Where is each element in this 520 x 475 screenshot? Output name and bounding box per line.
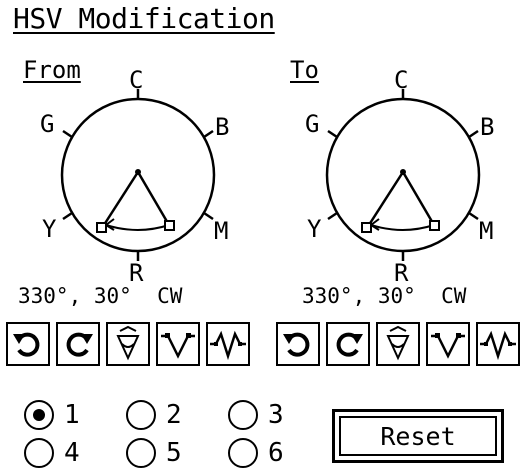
flip-icon (386, 325, 410, 361)
radio-label: 4 (64, 438, 80, 468)
radio-option-3[interactable]: 3 (228, 398, 318, 434)
to-flip-button[interactable] (376, 322, 420, 366)
to-rotate-cw-button[interactable] (326, 322, 370, 366)
from-start-handle[interactable] (96, 222, 107, 233)
radio-option-4[interactable]: 4 (24, 436, 114, 472)
radio-label: 1 (64, 400, 80, 430)
radio-circle[interactable] (126, 400, 156, 430)
radio-circle[interactable] (24, 438, 54, 468)
to-tool-row (276, 322, 520, 368)
radio-circle[interactable] (126, 438, 156, 468)
curve-wave-icon (210, 330, 246, 361)
rotate-ccw-icon (13, 332, 40, 357)
rotate-ccw-icon (283, 332, 310, 357)
from-readout: 330°, 30° CW (18, 284, 183, 308)
to-curve-peak-button[interactable] (426, 322, 470, 366)
from-curve-peak-button[interactable] (156, 322, 200, 366)
to-dial-label-m: M (479, 217, 493, 245)
radio-label: 5 (166, 438, 182, 468)
rotate-cw-icon (66, 332, 93, 357)
reset-button-label: Reset (339, 416, 497, 456)
from-panel: From C G B Y M R 330°, 30° CW (18, 55, 268, 320)
from-hue-dial[interactable]: C G B Y M R (18, 65, 268, 295)
from-dial-label-c: C (129, 66, 143, 94)
rotate-cw-icon (336, 332, 363, 357)
radio-option-1[interactable]: 1 (24, 398, 114, 434)
from-dial-label-y: Y (42, 215, 57, 243)
reset-button[interactable]: Reset (332, 409, 504, 463)
radio-label: 3 (268, 400, 284, 430)
flip-icon (116, 325, 140, 361)
radio-option-2[interactable]: 2 (126, 398, 216, 434)
from-tool-row (6, 322, 262, 368)
radio-selected-dot (33, 409, 45, 421)
from-curve-wave-button[interactable] (206, 322, 250, 366)
radio-label: 6 (268, 438, 284, 468)
curve-wave-icon (480, 330, 516, 361)
to-hue-dial[interactable]: C G B Y M R (270, 65, 520, 295)
from-dial-label-b: B (215, 113, 229, 141)
from-flip-button[interactable] (106, 322, 150, 366)
from-rotate-ccw-button[interactable] (6, 322, 50, 366)
to-start-handle[interactable] (361, 222, 372, 233)
window-title: HSV Modification (13, 2, 275, 35)
to-readout: 330°, 30° CW (302, 284, 467, 308)
radio-circle[interactable] (228, 438, 258, 468)
to-dial-label-b: B (480, 113, 494, 141)
from-rotate-cw-button[interactable] (56, 322, 100, 366)
curve-peak-icon (431, 333, 465, 359)
radio-circle[interactable] (228, 400, 258, 430)
curve-peak-icon (161, 333, 195, 359)
to-curve-wave-button[interactable] (476, 322, 520, 366)
to-rotate-ccw-button[interactable] (276, 322, 320, 366)
to-dial-label-c: C (394, 66, 408, 94)
to-dial-label-y: Y (307, 215, 322, 243)
radio-label: 2 (166, 400, 182, 430)
radio-option-5[interactable]: 5 (126, 436, 216, 472)
from-dial-label-g: G (40, 110, 54, 138)
from-end-handle[interactable] (164, 220, 175, 231)
to-dial-label-g: G (305, 110, 319, 138)
radio-circle[interactable] (24, 400, 54, 430)
to-end-handle[interactable] (429, 220, 440, 231)
to-panel: To C G B Y M R 330°, 30° CW (270, 55, 520, 320)
from-dial-label-m: M (214, 217, 228, 245)
radio-option-6[interactable]: 6 (228, 436, 318, 472)
